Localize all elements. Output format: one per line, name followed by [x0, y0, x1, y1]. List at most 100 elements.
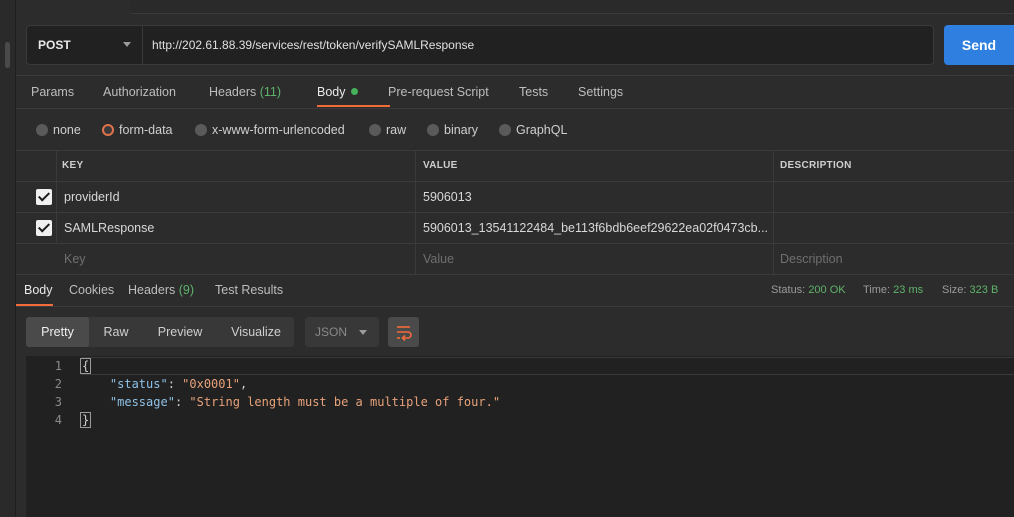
tab-settings[interactable]: Settings [578, 76, 623, 108]
response-tabs: Body Cookies Headers (9) Test Results St… [16, 274, 1014, 307]
code-line: } [79, 411, 92, 429]
param-value-cell[interactable]: 5906013 [417, 182, 773, 212]
tab-params[interactable]: Params [31, 76, 74, 108]
wrap-lines-icon [397, 326, 412, 342]
view-preview-button[interactable]: Preview [148, 317, 212, 347]
view-raw-button[interactable]: Raw [91, 317, 141, 347]
scrollbar-thumb[interactable] [5, 42, 10, 68]
line-number: 1 [54, 359, 62, 373]
mode-binary[interactable]: binary [427, 122, 478, 138]
size-value[interactable]: 323 B [970, 284, 999, 296]
mode-label: x-www-form-urlencoded [212, 123, 345, 137]
size-stat: Size: 323 B [942, 275, 998, 306]
time-value[interactable]: 23 ms [893, 284, 923, 296]
status-label: Status: [771, 284, 806, 296]
mode-none[interactable]: none [36, 122, 81, 138]
radio-icon [499, 124, 511, 136]
send-button[interactable]: Send [944, 25, 1014, 65]
response-body-editor[interactable]: 1 2 3 4 { "status": "0x0001", "message":… [26, 356, 1014, 517]
mode-graphql[interactable]: GraphQL [499, 122, 567, 138]
mode-label: none [53, 123, 81, 137]
response-tab-headers[interactable]: Headers (9) [128, 275, 194, 306]
tab-label: Headers [209, 85, 257, 99]
json-string: "String length must be a multiple of fou… [189, 395, 501, 409]
status-stat: Status: 200 OK [771, 275, 846, 306]
wrap-lines-button[interactable] [388, 317, 419, 347]
mode-label: raw [386, 123, 407, 137]
mode-label: GraphQL [516, 123, 568, 137]
line-number: 3 [54, 395, 62, 409]
format-select[interactable]: JSON [305, 317, 379, 347]
new-description-input[interactable]: Description [774, 244, 1014, 274]
checkbox-icon[interactable] [36, 220, 52, 236]
response-tab-body[interactable]: Body [24, 275, 53, 306]
chevron-down-icon [359, 330, 367, 335]
radio-icon [427, 124, 439, 136]
table-row-new: Key Value Description [16, 244, 1014, 275]
column-header-value: VALUE [423, 160, 458, 171]
mode-urlencoded[interactable]: x-www-form-urlencoded [195, 122, 345, 138]
tab-label: Body [317, 85, 346, 99]
time-stat: Time: 23 ms [863, 275, 923, 306]
tab-label: Authorization [103, 85, 176, 99]
param-description-cell[interactable] [774, 182, 1014, 212]
tab-label: Headers [128, 283, 176, 297]
table-row: SAMLResponse 5906013_13541122484_be113f6… [16, 213, 1014, 244]
status-value[interactable]: 200 OK [808, 284, 845, 296]
code-line: { [79, 357, 92, 375]
view-pretty-button[interactable]: Pretty [26, 317, 89, 347]
tab-label: Tests [519, 85, 549, 99]
mode-raw[interactable]: raw [369, 122, 406, 138]
close-brace: } [79, 412, 92, 428]
format-label: JSON [315, 325, 348, 339]
chevron-down-icon [123, 42, 131, 47]
radio-selected-icon [102, 124, 114, 136]
response-headers-count: (9) [178, 283, 195, 297]
active-request-tab[interactable] [16, 0, 131, 14]
mode-label: form-data [119, 123, 173, 137]
active-tab-underline [16, 304, 53, 306]
size-label: Size: [942, 284, 967, 296]
response-tab-test-results[interactable]: Test Results [215, 275, 283, 306]
form-data-table: KEY VALUE DESCRIPTION providerId 5906013… [16, 150, 1014, 275]
view-visualize-button[interactable]: Visualize [219, 317, 293, 347]
new-key-input[interactable]: Key [58, 244, 415, 274]
tab-authorization[interactable]: Authorization [103, 76, 176, 108]
tab-pre-request-script[interactable]: Pre-request Script [388, 76, 489, 108]
tab-strip [16, 0, 1014, 14]
headers-count: (11) [259, 85, 282, 99]
tab-label: Settings [578, 85, 624, 99]
active-tab-underline [317, 105, 390, 107]
new-value-input[interactable]: Value [417, 244, 773, 274]
url-bar: POST http://202.61.88.39/services/rest/t… [26, 25, 934, 65]
param-value-cell[interactable]: 5906013_13541122484_be113f6bdb6eef29622e… [417, 213, 771, 243]
radio-icon [195, 124, 207, 136]
view-mode-group: Pretty Raw Preview Visualize [26, 317, 294, 347]
tab-tests[interactable]: Tests [519, 76, 548, 108]
mode-label: binary [444, 123, 479, 137]
column-header-description: DESCRIPTION [780, 160, 852, 171]
body-mode-group: none form-data x-www-form-urlencoded raw… [16, 110, 1014, 150]
response-tab-cookies[interactable]: Cookies [69, 275, 114, 306]
json-key: "status" [109, 377, 168, 391]
json-string: "0x0001" [182, 377, 240, 391]
time-label: Time: [863, 284, 891, 296]
method-select[interactable]: POST [27, 26, 143, 64]
tab-body[interactable]: Body [317, 76, 358, 108]
url-input[interactable]: http://202.61.88.39/services/rest/token/… [143, 38, 474, 52]
checkbox-icon[interactable] [36, 189, 52, 205]
json-key: "message" [109, 395, 175, 409]
param-key-cell[interactable]: providerId [58, 182, 415, 212]
table-row: providerId 5906013 [16, 182, 1014, 213]
tab-headers[interactable]: Headers (11) [209, 76, 281, 108]
method-label: POST [38, 38, 71, 52]
left-sidebar-edge [0, 0, 16, 517]
param-key-cell[interactable]: SAMLResponse [58, 213, 415, 243]
line-number: 2 [54, 377, 62, 391]
open-brace: { [79, 358, 92, 374]
tab-label: Pre-request Script [388, 85, 489, 99]
mode-form-data[interactable]: form-data [102, 122, 173, 138]
tab-label: Params [31, 85, 75, 99]
request-tabs: Params Authorization Headers (11) Body P… [16, 75, 1014, 109]
param-description-cell[interactable] [774, 213, 1014, 243]
